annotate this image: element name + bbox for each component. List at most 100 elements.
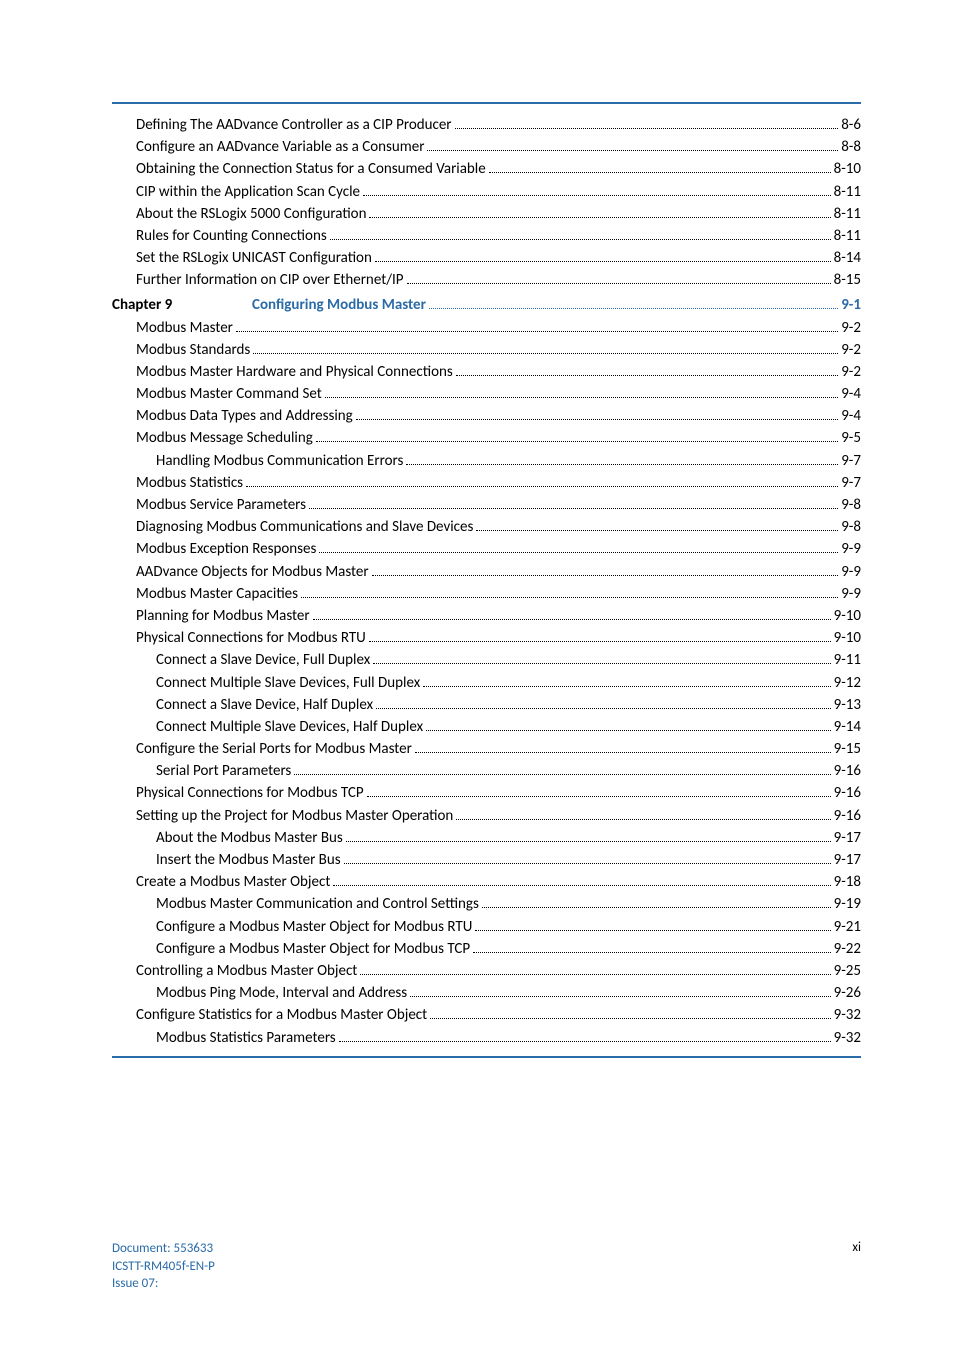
leader-dots	[456, 375, 838, 376]
toc-entry-label[interactable]: About the Modbus Master Bus	[156, 831, 343, 846]
toc-entry-page: 9-7	[841, 454, 861, 469]
leader-dots	[473, 952, 830, 953]
toc-entry-label[interactable]: Modbus Master Capacities	[136, 587, 298, 602]
toc-entry-page: 9-32	[834, 1008, 861, 1023]
toc-entry-label[interactable]: Rules for Counting Connections	[136, 229, 327, 244]
leader-dots	[430, 1018, 830, 1019]
toc-entry-page: 9-9	[841, 587, 861, 602]
toc-entry: Modbus Master Communication and Control …	[112, 897, 861, 912]
toc-entry: Modbus Ping Mode, Interval and Address9-…	[112, 986, 861, 1001]
toc-entry-page: 9-2	[841, 321, 861, 336]
toc-entry: Diagnosing Modbus Communications and Sla…	[112, 520, 861, 535]
leader-dots	[253, 353, 838, 354]
toc-entry-label[interactable]: AADvance Objects for Modbus Master	[136, 565, 369, 580]
toc-entry: Create a Modbus Master Object 9-18	[112, 875, 861, 890]
toc-entry: Connect a Slave Device, Half Duplex 9-13	[112, 698, 861, 713]
toc-entry-page: 9-16	[834, 786, 861, 801]
toc-entry-label[interactable]: Configure the Serial Ports for Modbus Ma…	[136, 742, 412, 757]
toc-entry-page: 9-11	[834, 653, 861, 668]
toc-entry-label[interactable]: Physical Connections for Modbus RTU	[136, 631, 366, 646]
toc-entry-label[interactable]: Modbus Exception Responses	[136, 542, 316, 557]
toc-entry-label[interactable]: Create a Modbus Master Object	[136, 875, 330, 890]
toc-entry-label[interactable]: Connect Multiple Slave Devices, Half Dup…	[156, 720, 423, 735]
toc-entry-label[interactable]: Obtaining the Connection Status for a Co…	[136, 162, 486, 177]
toc-entry-label[interactable]: CIP within the Application Scan Cycle	[136, 185, 360, 200]
toc-entry: Configure a Modbus Master Object for Mod…	[112, 942, 861, 957]
toc-entry-page: 9-4	[841, 409, 861, 424]
toc-entry-label[interactable]: Modbus Data Types and Addressing	[136, 409, 353, 424]
leader-dots	[330, 239, 831, 240]
leader-dots	[363, 195, 831, 196]
leader-dots	[236, 331, 838, 332]
toc-entry-label[interactable]: Setting up the Project for Modbus Master…	[136, 809, 453, 824]
toc-entry-page: 9-13	[834, 698, 861, 713]
leader-dots	[367, 796, 831, 797]
toc-entry-label[interactable]: Planning for Modbus Master	[136, 609, 310, 624]
toc-entry: Planning for Modbus Master9-10	[112, 609, 861, 624]
toc-entry: About the Modbus Master Bus9-17	[112, 831, 861, 846]
toc-entry-label[interactable]: Controlling a Modbus Master Object	[136, 964, 357, 979]
toc-entry-page: 8-8	[841, 140, 861, 155]
toc-entry-label[interactable]: Connect a Slave Device, Full Duplex	[156, 653, 370, 668]
toc-entry-page: 9-2	[841, 365, 861, 380]
toc-entry-label[interactable]: Modbus Statistics Parameters	[156, 1031, 336, 1046]
toc-entry-label[interactable]: Modbus Master Communication and Control …	[156, 897, 479, 912]
leader-dots	[489, 172, 831, 173]
toc-entry-label[interactable]: Physical Connections for Modbus TCP	[136, 786, 364, 801]
toc-entry-label[interactable]: Modbus Master	[136, 321, 233, 336]
leader-dots	[313, 619, 831, 620]
toc-entry-label[interactable]: About the RSLogix 5000 Configuration	[136, 207, 366, 222]
leader-dots	[369, 217, 830, 218]
footer-doc-code: ICSTT-RM405f-EN-P	[112, 1258, 215, 1276]
toc-entry-label[interactable]: Modbus Master Command Set	[136, 387, 322, 402]
toc-entry: Modbus Data Types and Addressing 9-4	[112, 409, 861, 424]
page-footer: Document: 553633 ICSTT-RM405f-EN-P Issue…	[112, 1240, 861, 1293]
toc-entry: Rules for Counting Connections8-11	[112, 229, 861, 244]
toc-entry: Defining The AADvance Controller as a CI…	[112, 118, 861, 133]
leader-dots	[376, 708, 830, 709]
toc-entry: Obtaining the Connection Status for a Co…	[112, 162, 861, 177]
toc-entry-label[interactable]: Modbus Statistics	[136, 476, 243, 491]
toc-entry: Modbus Service Parameters9-8	[112, 498, 861, 513]
toc-entry-label[interactable]: Configure a Modbus Master Object for Mod…	[156, 920, 472, 935]
toc-entry-label[interactable]: Configure a Modbus Master Object for Mod…	[156, 942, 470, 957]
toc-entry: Physical Connections for Modbus RTU9-10	[112, 631, 861, 646]
toc-entry-label[interactable]: Configure an AADvance Variable as a Cons…	[136, 140, 424, 155]
leader-dots	[344, 863, 831, 864]
toc-entry-page: 9-18	[834, 875, 861, 890]
toc-entry-label[interactable]: Modbus Service Parameters	[136, 498, 306, 513]
toc-entry: About the RSLogix 5000 Configuration8-11	[112, 207, 861, 222]
leader-dots	[415, 752, 831, 753]
toc-entry-page: 9-9	[841, 565, 861, 580]
toc-entry: Configure Statistics for a Modbus Master…	[112, 1008, 861, 1023]
toc-entry-label[interactable]: Insert the Modbus Master Bus	[156, 853, 341, 868]
toc-entry-label[interactable]: Defining The AADvance Controller as a CI…	[136, 118, 452, 133]
toc-entry-label[interactable]: Diagnosing Modbus Communications and Sla…	[136, 520, 473, 535]
toc-entry-label[interactable]: Configure Statistics for a Modbus Master…	[136, 1008, 427, 1023]
toc-entry-label[interactable]: Set the RSLogix UNICAST Configuration	[136, 251, 372, 266]
leader-dots	[456, 819, 830, 820]
toc-entry: Physical Connections for Modbus TCP 9-16	[112, 786, 861, 801]
toc-entry-label[interactable]: Serial Port Parameters	[156, 764, 291, 779]
toc-entry: Connect a Slave Device, Full Duplex 9-11	[112, 653, 861, 668]
leader-dots	[375, 261, 831, 262]
toc-entry-label[interactable]: Modbus Standards	[136, 343, 250, 358]
chapter-title[interactable]: Configuring Modbus Master	[252, 296, 426, 314]
leader-dots	[333, 885, 830, 886]
leader-dots	[294, 774, 830, 775]
toc-entry-label[interactable]: Modbus Ping Mode, Interval and Address	[156, 986, 407, 1001]
toc-entry: Insert the Modbus Master Bus9-17	[112, 853, 861, 868]
toc-entry-label[interactable]: Handling Modbus Communication Errors	[156, 454, 403, 469]
toc-entry-page: 9-8	[841, 520, 861, 535]
toc-entry-label[interactable]: Connect Multiple Slave Devices, Full Dup…	[156, 676, 420, 691]
toc-entry: Further Information on CIP over Ethernet…	[112, 273, 861, 288]
toc-entry-page: 9-12	[834, 676, 861, 691]
toc-entry-label[interactable]: Modbus Message Scheduling	[136, 431, 313, 446]
toc-entry-label[interactable]: Modbus Master Hardware and Physical Conn…	[136, 365, 453, 380]
leader-dots	[369, 641, 831, 642]
toc-entry: Modbus Message Scheduling9-5	[112, 431, 861, 446]
toc-entry-page: 9-22	[834, 942, 861, 957]
toc-entry-label[interactable]: Connect a Slave Device, Half Duplex	[156, 698, 373, 713]
toc-entry-label[interactable]: Further Information on CIP over Ethernet…	[136, 273, 404, 288]
leader-dots	[319, 552, 838, 553]
